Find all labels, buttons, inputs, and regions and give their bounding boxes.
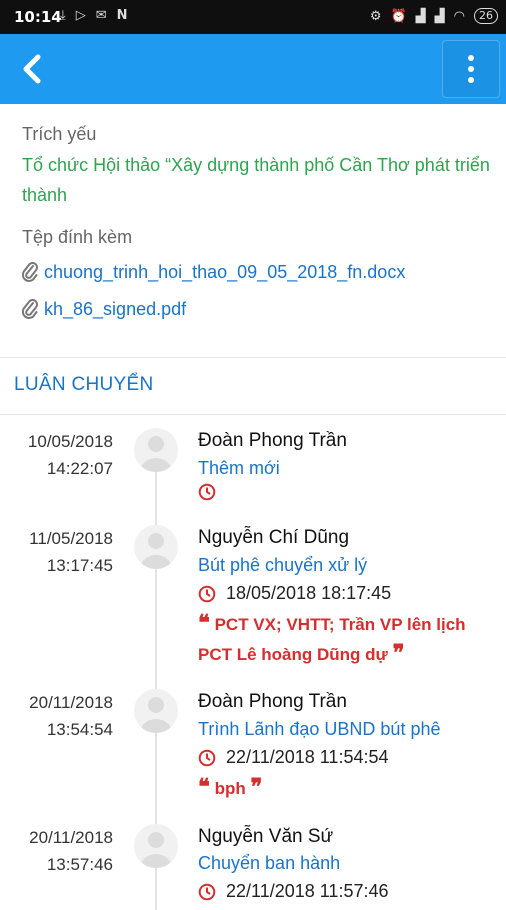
avatar [134, 428, 178, 472]
alarm-icon: ⏰ [390, 8, 407, 24]
entry-date: 20/11/2018 [29, 828, 113, 847]
entry-comment: ❝ bph ❞ [198, 773, 488, 803]
back-button[interactable] [10, 46, 54, 92]
summary-text: Tổ chức Hội thảo “Xây dựng thành phố Cần… [22, 155, 490, 205]
entry-time: 14:22:07 [46, 459, 113, 478]
more-options-button[interactable] [442, 40, 500, 98]
clock-icon [198, 749, 216, 766]
signal-icon-2: ▟ [434, 8, 445, 24]
entry-time: 13:57:46 [46, 855, 113, 874]
vertical-dots-icon [468, 55, 474, 83]
open-quote-icon: ❝ [198, 610, 210, 636]
gear-icon: ⚙ [369, 8, 382, 24]
paperclip-icon [22, 299, 38, 319]
person-icon [140, 436, 172, 472]
entry-user-name: Đoàn Phong Trần [198, 691, 347, 712]
person-icon [140, 832, 172, 868]
open-quote-icon: ❝ [198, 774, 210, 800]
section-divider [0, 414, 506, 415]
status-time: 10:14 [14, 8, 62, 26]
avatar [134, 689, 178, 733]
entry-time: 13:54:54 [46, 720, 113, 739]
avatar [134, 824, 178, 868]
entry-action: Trình Lãnh đạo UBND bút phê [198, 719, 441, 739]
attachment-item[interactable]: kh_86_signed.pdf [22, 298, 186, 320]
attachment-link[interactable]: chuong_trinh_hoi_thao_09_05_2018_fn.docx [44, 262, 405, 283]
deadline-text: 22/11/2018 11:57:46 [226, 881, 389, 901]
clock-icon [198, 585, 216, 602]
clock-icon [198, 483, 216, 501]
play-icon: ▷ [75, 8, 86, 23]
battery-icon: 26 [474, 8, 498, 24]
download-icon: ⤓ [60, 8, 66, 23]
entry-user-name: Nguyễn Chí Dũng [198, 527, 350, 548]
entry-deadline: 22/11/2018 11:54:54 [198, 747, 388, 768]
clock-icon [198, 883, 216, 900]
entry-user-name: Đoàn Phong Trần [198, 430, 347, 451]
attachment-link[interactable]: kh_86_signed.pdf [44, 299, 186, 320]
deadline-text: 22/11/2018 11:54:54 [226, 747, 389, 767]
rotation-section-title: LUÂN CHUYỂN [14, 374, 154, 395]
entry-deadline: 22/11/2018 11:57:46 [198, 881, 388, 902]
entry-action: Chuyển ban hành [198, 853, 341, 873]
app-n-icon: N [116, 8, 128, 23]
deadline-text: 18/05/2018 18:17:45 [226, 583, 392, 603]
entry-comment: ❝ PCT VX; VHTT; Trần VP lên lịch PCT Lê … [198, 609, 488, 669]
status-bar: 10:14 ⤓ ▷ ✉ N ⚙ ⏰ ▟ ▟ ◠ 26 [0, 0, 506, 34]
attachment-item[interactable]: chuong_trinh_hoi_thao_09_05_2018_fn.docx [22, 261, 405, 283]
person-icon [140, 697, 172, 733]
entry-deadline [198, 483, 226, 501]
chevron-left-icon [23, 54, 41, 84]
signal-icon: ▟ [415, 8, 426, 24]
mail-icon: ✉ [95, 8, 107, 23]
close-quote-icon: ❞ [392, 640, 405, 666]
summary-label: Trích yếu [22, 124, 97, 144]
comment-text: PCT VX; VHTT; Trần VP lên lịch PCT Lê ho… [198, 615, 466, 664]
entry-user-name: Nguyễn Văn Sứ [198, 826, 334, 847]
entry-action: Bút phê chuyển xử lý [198, 555, 368, 575]
avatar [134, 525, 178, 569]
close-quote-icon: ❞ [250, 774, 263, 800]
wifi-icon: ◠ [453, 8, 465, 24]
app-bar [0, 34, 506, 104]
section-divider [0, 357, 506, 358]
attachments-label: Tệp đính kèm [22, 227, 133, 247]
entry-date: 10/05/2018 [27, 432, 113, 451]
person-icon [140, 533, 172, 569]
entry-action: Thêm mới [198, 458, 280, 478]
entry-date: 11/05/2018 [29, 529, 113, 548]
entry-deadline: 18/05/2018 18:17:45 [198, 583, 391, 604]
comment-text: bph [214, 779, 246, 798]
entry-date: 20/11/2018 [29, 693, 113, 712]
entry-time: 13:17:45 [46, 556, 113, 575]
paperclip-icon [22, 262, 38, 282]
